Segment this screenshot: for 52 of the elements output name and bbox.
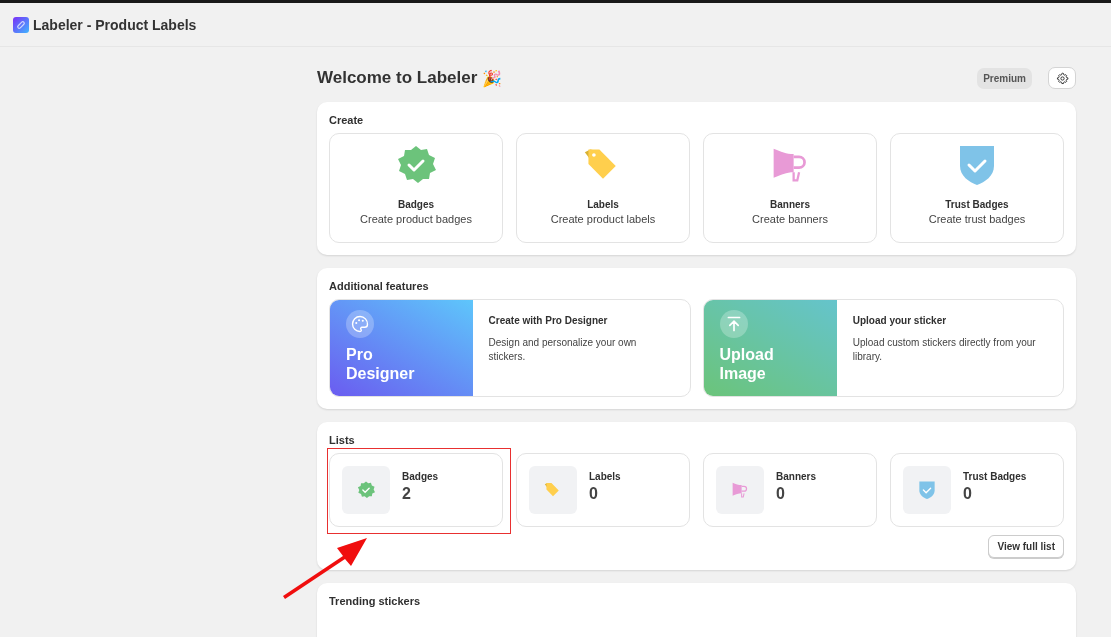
upload-icon [719, 310, 748, 338]
tile-subtitle: Create product badges [360, 213, 472, 225]
tile-title: Banners [770, 199, 810, 210]
list-count: 0 [589, 485, 599, 503]
list-tile[interactable]: Trust Badges 0 [890, 453, 1064, 527]
create-tile[interactable]: Trust Badges Create trust badges [890, 133, 1064, 243]
list-title: Trust Badges [963, 471, 1027, 482]
shield-check-icon [957, 145, 997, 185]
section-title: Trending stickers [329, 595, 422, 607]
app-logo-icon [13, 16, 29, 33]
section-title: Additional features [329, 280, 430, 292]
list-tile[interactable]: Badges 2 [329, 453, 503, 527]
list-tile[interactable]: Banners 0 [703, 453, 877, 527]
view-full-list-button[interactable]: View full list [988, 535, 1064, 558]
feature-tile[interactable]: Pro Designer Create with Pro Designer Design and personalize your own stickers. [329, 299, 691, 397]
list-title: Labels [589, 471, 621, 482]
feature-title: Create with Pro Designer [488, 315, 609, 326]
create-tile[interactable]: Badges Create product badges [329, 133, 503, 243]
list-tile[interactable]: Labels 0 [516, 453, 690, 527]
palette-icon [346, 310, 374, 338]
list-title: Badges [402, 471, 439, 482]
badge-check-icon [357, 481, 375, 499]
list-count: 0 [963, 485, 973, 503]
premium-badge: Premium [977, 67, 1032, 89]
party-popper-icon: 🎉 [482, 68, 503, 88]
settings-button[interactable] [1048, 67, 1076, 89]
feature-description: Design and personalize your own stickers. [488, 336, 638, 364]
settings-icon [1055, 71, 1069, 85]
tile-title: Labels [587, 199, 619, 210]
feature-description: Upload custom stickers directly from your library. [852, 336, 1037, 364]
welcome-title: Welcome to Labeler [317, 68, 478, 88]
app-title: Labeler - Product Labels [33, 16, 197, 33]
megaphone-icon [731, 481, 749, 499]
section-title: Lists [329, 434, 356, 446]
feature-title: Upload your sticker [852, 315, 948, 326]
tile-title: Badges [397, 199, 435, 210]
list-count: 0 [776, 485, 786, 503]
feature-tile[interactable]: Upload Image Upload your sticker Upload custom stickers directly from your library. [702, 299, 1064, 397]
badge-check-icon [396, 145, 436, 185]
feature-banner-text: Pro Designer [346, 345, 416, 383]
tile-title: Trust Badges [945, 199, 1009, 210]
shield-check-icon [918, 481, 936, 499]
list-title: Banners [776, 471, 816, 482]
feature-banner-text: Upload Image [719, 345, 775, 383]
create-tile[interactable]: Banners Create banners [703, 133, 877, 243]
tile-subtitle: Create product labels [550, 213, 656, 225]
section-title: Create [329, 114, 365, 126]
create-tile[interactable]: Labels Create product labels [516, 133, 690, 243]
tile-subtitle: Create trust badges [928, 213, 1026, 225]
tile-subtitle: Create banners [752, 213, 828, 225]
tag-icon [544, 481, 562, 499]
list-count: 2 [402, 485, 412, 503]
